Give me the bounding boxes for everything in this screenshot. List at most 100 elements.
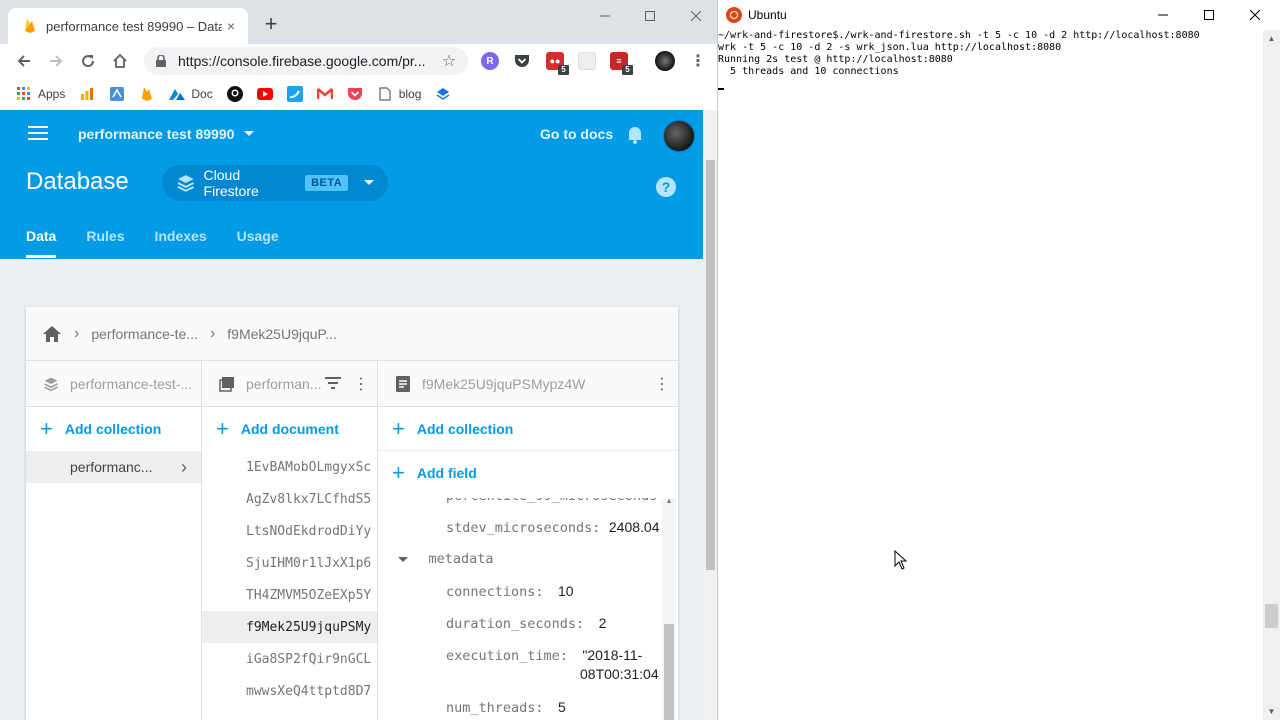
reload-icon[interactable] [76, 49, 100, 73]
scroll-up-icon[interactable]: ▲ [664, 498, 674, 508]
chevron-down-icon [364, 180, 374, 185]
bookmark-blog[interactable]: blog [377, 82, 421, 106]
chevron-right-icon: › [74, 324, 80, 342]
document-item[interactable]: LtsNOdEkdrodDiYy [202, 515, 377, 547]
profile-avatar[interactable] [655, 51, 675, 71]
bookmark-github[interactable] [226, 82, 243, 106]
document-item[interactable]: SjuIHM0r1lJxX1p6 [202, 547, 377, 579]
close-window-button[interactable] [1240, 4, 1270, 26]
field-row[interactable]: connections: 10 [446, 583, 574, 600]
page-scrollbar[interactable] [703, 110, 717, 720]
go-to-docs-link[interactable]: Go to docs [540, 126, 613, 142]
scroll-down-icon[interactable]: ▼ [1263, 703, 1280, 720]
fields-scrollbar[interactable]: ▲ [662, 498, 676, 720]
home-icon[interactable] [108, 49, 132, 73]
bookmark-gmail[interactable] [316, 82, 333, 106]
field-row[interactable]: stdev_microseconds: 2408.04 [446, 519, 659, 536]
terminal-titlebar: Ubuntu [718, 0, 1280, 30]
document-item[interactable]: 1EvBAMobOLmgyxSc [202, 451, 377, 483]
mouse-cursor-icon [894, 550, 908, 570]
caret-down-icon[interactable] [398, 551, 408, 567]
help-icon[interactable]: ? [656, 177, 676, 197]
bookmark-stack[interactable] [435, 82, 451, 106]
minimize-window-button[interactable] [588, 4, 622, 28]
extension-r-icon[interactable]: R [481, 52, 499, 70]
maximize-window-button[interactable] [1194, 4, 1224, 26]
bookmark-firebase[interactable] [139, 82, 155, 106]
minimize-window-button[interactable] [1148, 4, 1178, 26]
bookmark-star-icon[interactable]: ☆ [440, 51, 458, 71]
terminal-scrollbar[interactable]: ▲ ▼ [1263, 30, 1280, 720]
github-icon [226, 86, 243, 102]
address-bar[interactable]: https://console.firebase.google.com/pr..… [144, 47, 468, 75]
bookmark-youtube[interactable] [256, 82, 273, 106]
collection-item[interactable]: performanc... › [26, 451, 201, 483]
forward-icon[interactable] [44, 49, 68, 73]
bookmark-pocket[interactable] [347, 82, 363, 106]
scroll-up-icon[interactable]: ▲ [1263, 30, 1280, 47]
product-selector[interactable]: Cloud Firestore BETA [162, 165, 388, 201]
field-row[interactable]: duration_seconds: 2 [446, 615, 606, 632]
hamburger-menu-icon[interactable] [28, 126, 48, 142]
add-collection-label: Add collection [64, 421, 162, 437]
scrollbar-thumb[interactable] [706, 160, 715, 570]
field-row[interactable]: execution_time: "2018-11- [446, 647, 642, 664]
add-document-button[interactable]: + Add document [202, 407, 377, 451]
chrome-menu-icon[interactable]: ⋮ [686, 49, 710, 73]
field-value-continued: 08T00:31:04 [580, 666, 659, 683]
tab-rules[interactable]: Rules [86, 228, 124, 258]
todoist-extension-icon[interactable]: ●● 5 [546, 52, 569, 75]
terminal-cursor [718, 88, 724, 90]
bookmark-app[interactable] [109, 82, 125, 106]
stack-extension-icon[interactable]: ≡ 5 [610, 52, 633, 75]
terminal-title: Ubuntu [748, 8, 787, 22]
breadcrumb-collection[interactable]: performance-te... [91, 326, 198, 342]
bookmark-analytics[interactable] [79, 82, 95, 106]
scrollbar-thumb[interactable] [664, 624, 674, 720]
bookmark-doc[interactable]: Doc [169, 82, 213, 106]
tab-indexes[interactable]: Indexes [154, 228, 206, 258]
new-tab-button[interactable]: + [260, 13, 282, 36]
notifications-bell-icon[interactable] [625, 124, 645, 144]
tab-usage[interactable]: Usage [237, 228, 279, 258]
document-item[interactable]: TH4ZMVM5OZeEXp5Y [202, 579, 377, 611]
plus-icon: + [392, 415, 405, 441]
bookmark-apps[interactable]: Apps [16, 82, 65, 106]
field-key: stdev_microseconds: [446, 520, 601, 536]
field-value: 2408.04 [608, 519, 660, 535]
pocket-icon [347, 86, 363, 102]
more-options-icon[interactable]: ⋮ [654, 374, 670, 394]
more-options-icon[interactable]: ⋮ [353, 374, 369, 394]
breadcrumb-document[interactable]: f9Mek25U9jquP... [227, 326, 336, 342]
document-item[interactable]: mwwsXeQ4ttptd8D7 [202, 675, 377, 707]
add-subcollection-button[interactable]: + Add collection [378, 407, 678, 451]
maximize-window-button[interactable] [633, 4, 667, 28]
scrollbar-thumb[interactable] [1265, 604, 1278, 628]
stack-icon [435, 86, 451, 102]
metadata-map-row[interactable]: metadata [398, 551, 493, 567]
blank-extension-icon[interactable] [578, 52, 596, 70]
column-title: f9Mek25U9jquPSMypz4W [422, 375, 586, 392]
page-icon [377, 86, 393, 102]
add-field-button[interactable]: + Add field [378, 451, 678, 495]
home-icon[interactable] [42, 325, 62, 343]
close-window-button[interactable] [679, 4, 713, 28]
document-item[interactable]: AgZv8lkx7LCfhdS5 [202, 483, 377, 515]
document-item[interactable]: iGa8SP2fQir9nGCL [202, 643, 377, 675]
document-item-selected[interactable]: f9Mek25U9jquPSMy [202, 611, 377, 643]
tab-data[interactable]: Data [26, 228, 57, 258]
close-tab-icon[interactable]: × [222, 17, 240, 35]
add-collection-button[interactable]: + Add collection [26, 407, 201, 451]
bookmark-twitter[interactable] [286, 82, 303, 106]
bookmark-label: Doc [191, 87, 213, 101]
filter-icon[interactable] [325, 376, 341, 392]
page-title: Database [26, 168, 129, 195]
terminal-output[interactable]: ~/wrk-and-firestore$./wrk-and-firestore.… [718, 30, 1263, 720]
project-selector[interactable]: performance test 89990 [78, 126, 255, 142]
pocket-extension-icon[interactable] [513, 52, 531, 70]
back-icon[interactable] [12, 49, 36, 73]
column-header: performan... ⋮ [202, 361, 377, 407]
browser-tab[interactable]: performance test 89990 – Databa × [8, 8, 248, 44]
user-avatar[interactable] [663, 120, 695, 152]
field-row[interactable]: num_threads: 5 [446, 699, 566, 716]
